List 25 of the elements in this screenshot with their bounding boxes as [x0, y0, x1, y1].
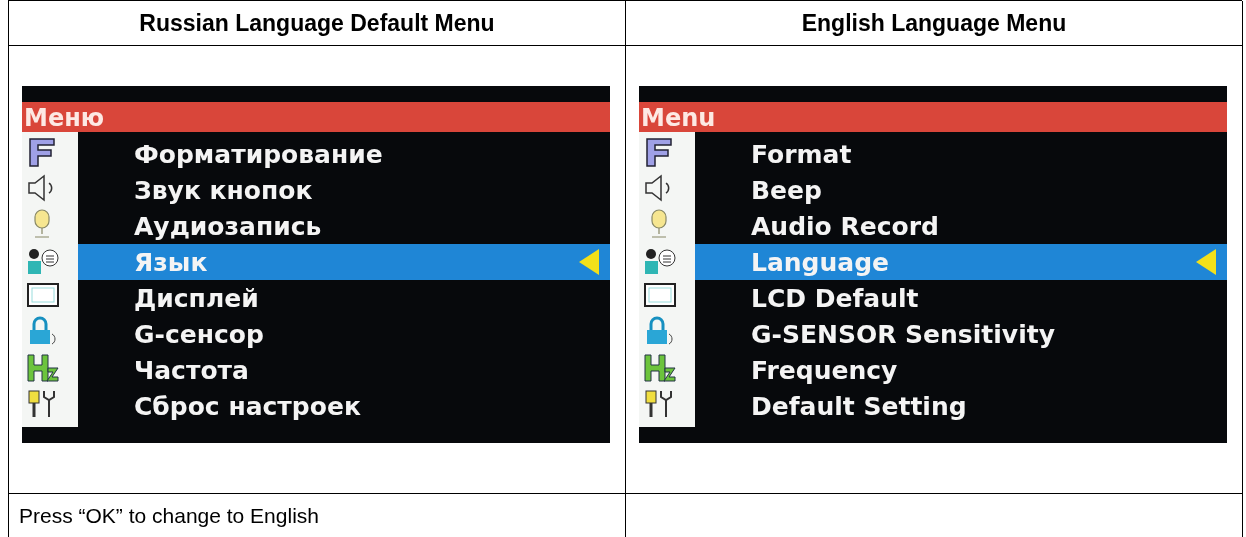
menu-item[interactable]: Дисплей	[78, 280, 610, 316]
menu-item[interactable]: Язык	[78, 244, 610, 280]
menu-item[interactable]: G-сенсор	[78, 316, 610, 352]
menu-title: Меню	[24, 104, 105, 132]
menu-item[interactable]: Beep	[695, 172, 1227, 208]
menu-item[interactable]: Сброс настроек	[78, 388, 610, 424]
menu-item[interactable]: Форматирование	[78, 136, 610, 172]
menu-item[interactable]: Audio Record	[695, 208, 1227, 244]
menu-title: Menu	[641, 104, 716, 132]
menu-item[interactable]: Частота	[78, 352, 610, 388]
menu-item[interactable]: Звук кнопок	[78, 172, 610, 208]
column-header: Russian Language Default Menu	[9, 1, 626, 46]
column-header: English Language Menu	[626, 1, 1243, 46]
menu-item[interactable]: Format	[695, 136, 1227, 172]
menu-item[interactable]: Frequency	[695, 352, 1227, 388]
triangle-pointer-icon	[1195, 248, 1217, 276]
menu-item[interactable]: G-SENSOR Sensitivity	[695, 316, 1227, 352]
triangle-pointer-icon	[578, 248, 600, 276]
menu-item[interactable]: Language	[695, 244, 1227, 280]
menu-item[interactable]: Аудиозапись	[78, 208, 610, 244]
menu-item[interactable]: Default Setting	[695, 388, 1227, 424]
instruction-text: Press “OK” to change to English	[19, 503, 319, 528]
menu-item[interactable]: LCD Default	[695, 280, 1227, 316]
hertz-icon	[643, 352, 677, 384]
hertz-icon	[26, 352, 60, 384]
